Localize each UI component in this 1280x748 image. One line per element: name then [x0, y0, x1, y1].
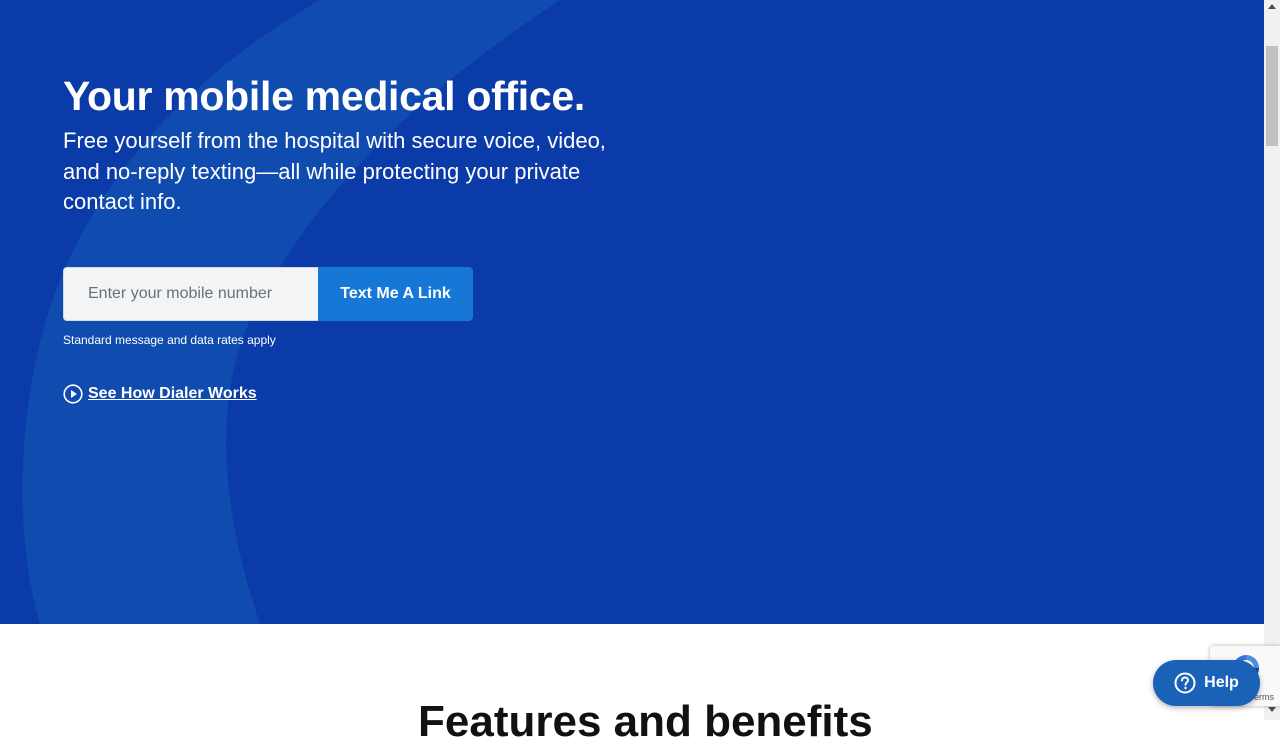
mobile-number-input[interactable] — [63, 267, 318, 321]
hero-section: Your mobile medical office. Free yoursel… — [0, 0, 1264, 624]
hero-subtitle: Free yourself from the hospital with sec… — [63, 128, 606, 214]
page-scrollbar[interactable] — [1264, 0, 1280, 720]
rates-disclaimer: Standard message and data rates apply — [63, 333, 276, 347]
help-label: Help — [1204, 674, 1239, 691]
scroll-up-arrow-icon[interactable] — [1268, 4, 1276, 9]
help-button[interactable]: Help — [1153, 660, 1260, 706]
see-how-dialer-works-label: See How Dialer Works — [88, 385, 257, 402]
text-me-a-link-button[interactable]: Text Me A Link — [318, 267, 473, 321]
see-how-dialer-works-link[interactable]: See How Dialer Works — [63, 383, 257, 405]
scrollbar-thumb[interactable] — [1266, 46, 1278, 146]
play-circle-icon — [63, 384, 83, 404]
features-heading: Features and benefits — [418, 697, 873, 746]
hero-title: Your mobile medical office. — [63, 73, 585, 119]
scroll-down-arrow-icon[interactable] — [1268, 707, 1276, 712]
question-circle-icon — [1174, 672, 1196, 694]
